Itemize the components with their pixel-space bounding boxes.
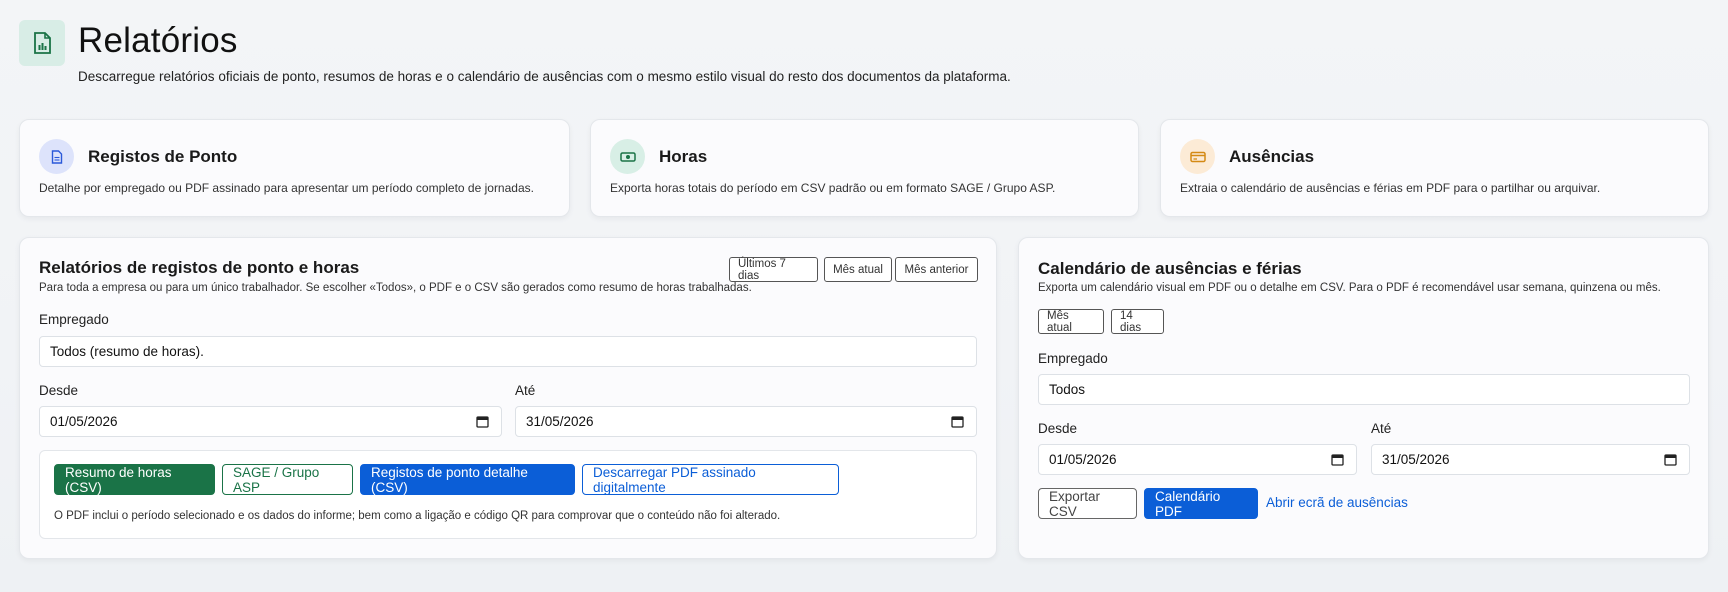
calendar-icon[interactable] [1664,453,1677,466]
range-14-days-button[interactable]: 14 dias [1111,309,1164,334]
to-label: Até [1371,421,1392,436]
detail-csv-button[interactable]: Registos de ponto detalhe (CSV) [360,464,575,495]
from-date-input[interactable]: 01/05/2026 [39,406,502,437]
calendar-icon[interactable] [476,415,489,428]
report-icon [19,20,65,66]
range-current-month-button[interactable]: Mês atual [824,257,892,282]
page-subtitle: Descarregue relatórios oficiais de ponto… [78,69,1011,84]
page-title: Relatórios [78,21,238,60]
employee-label: Empregado [1038,351,1108,366]
export-csv-button[interactable]: Exportar CSV [1038,488,1137,519]
calendar-icon[interactable] [1331,453,1344,466]
open-absences-link[interactable]: Abrir ecrã de ausências [1266,495,1408,510]
summary-card-title: Horas [659,147,708,166]
from-date-input[interactable]: 01/05/2026 [1038,444,1357,475]
from-date-value: 01/05/2026 [1049,452,1117,467]
panel-description: Para toda a empresa ou para um único tra… [39,282,752,294]
from-date-value: 01/05/2026 [50,414,118,429]
range-last-7-days-button[interactable]: Últimos 7 dias [729,257,818,282]
signed-pdf-button[interactable]: Descarregar PDF assinado digitalmente [582,464,839,495]
summary-card-time-records: Registos de Ponto Detalhe por empregado … [19,119,570,217]
time-report-panel: Relatórios de registos de ponto e horas … [19,237,997,559]
panel-title: Relatórios de registos de ponto e horas [39,258,360,277]
range-previous-month-button[interactable]: Mês anterior [895,257,978,282]
to-label: Até [515,383,536,398]
from-label: Desde [1038,421,1078,436]
card-icon [1180,139,1215,174]
document-icon [39,139,74,174]
panel-title: Calendário de ausências e férias [1038,259,1302,278]
range-current-month-button[interactable]: Mês atual [1038,309,1104,334]
from-label: Desde [39,383,79,398]
calendar-pdf-button[interactable]: Calendário PDF [1144,488,1258,519]
employee-select[interactable]: Todos [1038,374,1690,405]
summary-csv-button[interactable]: Resumo de horas (CSV) [54,464,215,495]
calendar-icon[interactable] [951,415,964,428]
sage-export-button[interactable]: SAGE / Grupo ASP [222,464,353,495]
summary-card-title: Ausências [1229,147,1315,166]
employee-label: Empregado [39,312,109,327]
absence-calendar-panel: Calendário de ausências e férias Exporta… [1018,237,1709,559]
to-date-value: 31/05/2026 [1382,452,1450,467]
summary-card-title: Registos de Ponto [88,147,238,166]
cash-icon [610,139,645,174]
summary-card-hours: Horas Exporta horas totais do período em… [590,119,1139,217]
page-header: Relatórios Descarregue relatórios oficia… [19,20,1728,90]
panel-description: Exporta um calendário visual em PDF ou o… [1038,282,1661,294]
to-date-input[interactable]: 31/05/2026 [515,406,977,437]
summary-card-absences: Ausências Extraia o calendário de ausênc… [1160,119,1709,217]
summary-card-description: Extraia o calendário de ausências e féri… [1180,181,1601,195]
summary-card-description: Exporta horas totais do período em CSV p… [610,181,1056,195]
employee-select[interactable]: Todos (resumo de horas). [39,336,977,367]
export-actions-box: Resumo de horas (CSV) SAGE / Grupo ASP R… [39,450,977,539]
summary-card-description: Detalhe por empregado ou PDF assinado pa… [39,181,534,195]
pdf-note: O PDF inclui o período selecionado e os … [54,510,781,522]
to-date-value: 31/05/2026 [526,414,594,429]
to-date-input[interactable]: 31/05/2026 [1371,444,1690,475]
